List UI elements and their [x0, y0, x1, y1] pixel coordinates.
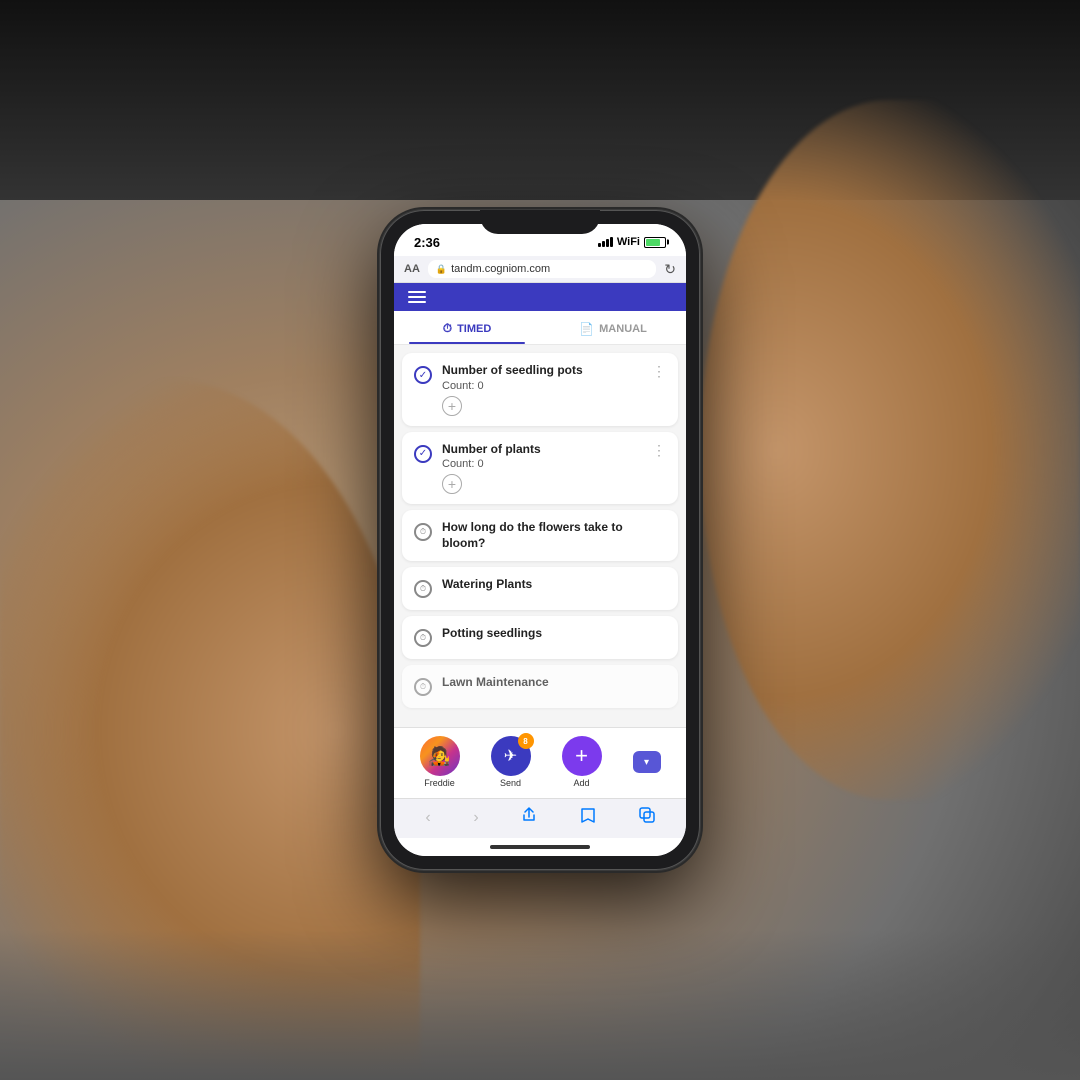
task-icon-timer-3: ⏱ — [412, 521, 434, 543]
manual-tab-label: MANUAL — [599, 323, 647, 335]
hands-right — [700, 100, 1080, 800]
browser-url-field[interactable]: 🔒 tandm.cogniom.com — [428, 260, 656, 278]
status-icons: WiFi — [598, 236, 666, 248]
forward-button[interactable]: › — [467, 807, 484, 829]
send-label: Send — [500, 778, 521, 788]
check-circle-icon-2: ✓ — [414, 445, 432, 463]
task-title-potting-seedlings: Potting seedlings — [442, 626, 668, 642]
task-icon-check-2: ✓ — [412, 443, 434, 465]
task-card-lawn-maintenance[interactable]: ⏱ Lawn Maintenance — [402, 665, 678, 708]
toolbar-chevron-button[interactable]: ▾ — [633, 751, 661, 773]
manual-tab-icon: 📄 — [579, 322, 594, 336]
lock-icon: 🔒 — [436, 264, 447, 275]
content-area: ✓ Number of seedling pots Count: 0 + ⋮ ✓ — [394, 345, 686, 727]
task-content-seedling-pots: Number of seedling pots Count: 0 + — [442, 363, 642, 416]
add-icon: + — [562, 736, 602, 776]
battery-fill — [646, 239, 660, 246]
url-text: tandm.cogniom.com — [451, 263, 550, 275]
toolbar-add-button[interactable]: + Add — [562, 736, 602, 788]
task-content-potting-seedlings: Potting seedlings — [442, 626, 668, 642]
task-more-button-num-plants[interactable]: ⋮ — [650, 442, 668, 459]
task-icon-timer-4: ⏱ — [412, 578, 434, 600]
battery-icon — [644, 237, 666, 248]
task-content-flowers: How long do the flowers take to bloom? — [442, 520, 668, 551]
bg-bottom-overlay — [0, 930, 1080, 1080]
freddie-label: Freddie — [424, 778, 455, 788]
tab-timed[interactable]: ⏱ TIMED — [394, 311, 540, 344]
timed-tab-label: TIMED — [457, 323, 491, 335]
app-header — [394, 283, 686, 311]
toolbar-freddie-button[interactable]: 🧑‍🎤 Freddie — [420, 736, 460, 788]
toolbar-main: 🧑‍🎤 Freddie ✈ 8 Send + Add — [404, 736, 676, 788]
add-label: Add — [573, 778, 589, 788]
task-icon-timer-5: ⏱ — [412, 627, 434, 649]
task-actions-seedling-pots: ⋮ — [650, 363, 668, 380]
task-more-button-seedling-pots[interactable]: ⋮ — [650, 363, 668, 380]
safari-navigation: ‹ › — [394, 798, 686, 838]
task-title-num-plants: Number of plants — [442, 442, 642, 458]
timer-circle-icon-6: ⏱ — [414, 678, 432, 696]
task-title-lawn-maintenance: Lawn Maintenance — [442, 675, 668, 691]
check-circle-icon: ✓ — [414, 366, 432, 384]
timer-circle-icon-4: ⏱ — [414, 580, 432, 598]
back-button[interactable]: ‹ — [419, 807, 436, 829]
task-card-num-plants[interactable]: ✓ Number of plants Count: 0 + ⋮ — [402, 432, 678, 505]
task-card-seedling-pots[interactable]: ✓ Number of seedling pots Count: 0 + ⋮ — [402, 353, 678, 426]
task-title-seedling-pots: Number of seedling pots — [442, 363, 642, 379]
bottom-toolbar: 🧑‍🎤 Freddie ✈ 8 Send + Add — [394, 727, 686, 798]
timer-circle-icon-3: ⏱ — [414, 523, 432, 541]
signal-bars-icon — [598, 237, 613, 247]
timer-circle-icon-5: ⏱ — [414, 629, 432, 647]
task-add-button-num-plants[interactable]: + — [442, 474, 462, 494]
wifi-icon: WiFi — [617, 236, 640, 248]
phone-shell: 2:36 WiFi AA � — [380, 210, 700, 870]
notch — [480, 210, 600, 234]
task-card-watering-plants[interactable]: ⏱ Watering Plants — [402, 567, 678, 610]
phone-screen: 2:36 WiFi AA � — [394, 224, 686, 856]
home-bar — [490, 845, 590, 849]
send-icon: ✈ 8 — [491, 736, 531, 776]
hamburger-menu-button[interactable] — [408, 291, 426, 303]
chevron-down-icon: ▾ — [644, 757, 649, 768]
timed-tab-icon: ⏱ — [443, 321, 452, 336]
browser-aa-button[interactable]: AA — [404, 263, 420, 275]
home-indicator — [394, 838, 686, 856]
phone-device: 2:36 WiFi AA � — [380, 210, 700, 870]
browser-bar: AA 🔒 tandm.cogniom.com ↻ — [394, 256, 686, 283]
task-subtitle-num-plants: Count: 0 — [442, 458, 642, 470]
task-icon-check: ✓ — [412, 364, 434, 386]
task-content-watering-plants: Watering Plants — [442, 577, 668, 593]
task-actions-num-plants: ⋮ — [650, 442, 668, 459]
task-card-potting-seedlings[interactable]: ⏱ Potting seedlings — [402, 616, 678, 659]
task-content-num-plants: Number of plants Count: 0 + — [442, 442, 642, 495]
tab-manual[interactable]: 📄 MANUAL — [540, 311, 686, 344]
bookmarks-button[interactable] — [574, 805, 602, 830]
tabs-button[interactable] — [633, 805, 661, 830]
task-add-button-seedling-pots[interactable]: + — [442, 396, 462, 416]
reload-button[interactable]: ↻ — [664, 261, 676, 278]
share-button[interactable] — [515, 805, 543, 830]
task-card-flowers[interactable]: ⏱ How long do the flowers take to bloom? — [402, 510, 678, 561]
tabs-bar: ⏱ TIMED 📄 MANUAL — [394, 311, 686, 345]
task-subtitle-seedling-pots: Count: 0 — [442, 380, 642, 392]
toolbar-send-button[interactable]: ✈ 8 Send — [491, 736, 531, 788]
send-badge: 8 — [518, 733, 534, 749]
status-time: 2:36 — [414, 235, 440, 250]
task-content-lawn-maintenance: Lawn Maintenance — [442, 675, 668, 691]
task-icon-timer-6: ⏱ — [412, 676, 434, 698]
freddie-avatar: 🧑‍🎤 — [420, 736, 460, 776]
task-title-watering-plants: Watering Plants — [442, 577, 668, 593]
task-title-flowers: How long do the flowers take to bloom? — [442, 520, 668, 551]
